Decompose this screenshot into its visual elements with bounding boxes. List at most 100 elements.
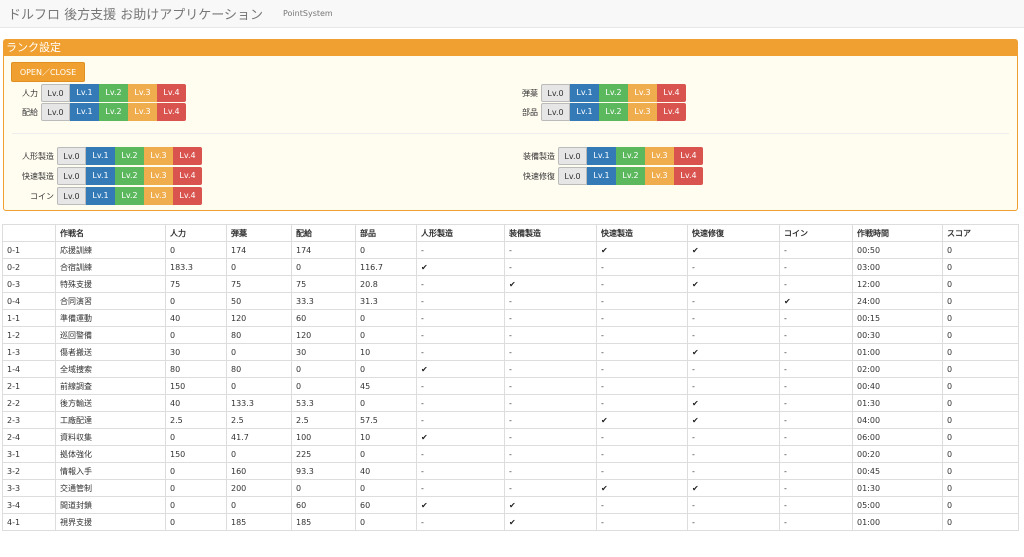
- ration-lv0-button[interactable]: Lv.0: [41, 103, 70, 121]
- table-cell: -: [416, 292, 505, 310]
- coin-lv3-button[interactable]: Lv.3: [144, 187, 173, 205]
- table-cell: -: [596, 326, 688, 344]
- table-cell: 0: [942, 462, 1019, 480]
- table-cell: 後方輸送: [55, 394, 166, 412]
- quick-repair-lv2-button[interactable]: Lv.2: [616, 167, 645, 185]
- equip-production-lv0-button[interactable]: Lv.0: [558, 147, 587, 165]
- check-mark-icon: ✔: [687, 275, 780, 293]
- coin-lv4-button[interactable]: Lv.4: [173, 187, 202, 205]
- doll-production-lv3-button[interactable]: Lv.3: [144, 147, 173, 165]
- nav-link-pointsystem[interactable]: PointSystem: [283, 9, 333, 18]
- column-header[interactable]: 作戦時間: [852, 224, 943, 242]
- doll-production-lv4-button[interactable]: Lv.4: [173, 147, 202, 165]
- ration-lv4-button[interactable]: Lv.4: [157, 103, 186, 121]
- table-cell: 2-1: [2, 377, 56, 395]
- table-body: 0-1 応援訓練 0 174 174 0- - ✔ ✔ -00:50 0 0-2 合宿訓練 183.3 0 0…: [2, 241, 1019, 531]
- check-mark-icon: ✔: [687, 479, 780, 497]
- parts-lv3-button[interactable]: Lv.3: [628, 103, 657, 121]
- table-cell: -: [504, 241, 597, 259]
- table-cell: 33.3: [291, 292, 356, 310]
- table-cell: 交通管制: [55, 479, 166, 497]
- coin-lv1-button[interactable]: Lv.1: [86, 187, 115, 205]
- app-title[interactable]: ドルフロ 後方支援 お助けアプリケーション: [8, 4, 263, 23]
- table-cell: 資料収集: [55, 428, 166, 446]
- check-mark-icon: ✔: [596, 479, 688, 497]
- ration-lv2-button[interactable]: Lv.2: [99, 103, 128, 121]
- quick-repair-lv3-button[interactable]: Lv.3: [645, 167, 674, 185]
- quick-production-lv4-button[interactable]: Lv.4: [173, 167, 202, 185]
- table-cell: 0: [355, 326, 417, 344]
- quick-production-lv0-button[interactable]: Lv.0: [57, 167, 86, 185]
- table-cell: 1-2: [2, 326, 56, 344]
- column-header[interactable]: 配給: [291, 224, 356, 242]
- rank-label-equip-production: 装備製造: [523, 151, 555, 161]
- equip-production-lv4-button[interactable]: Lv.4: [674, 147, 703, 165]
- table-row: 1-3 傷者搬送 30 0 30 10- - - ✔ -01:00 0: [2, 343, 1019, 361]
- table-cell: 0: [355, 513, 417, 531]
- quick-repair-lv4-button[interactable]: Lv.4: [674, 167, 703, 185]
- rank-label-coin: コイン: [30, 191, 54, 201]
- column-header[interactable]: 快速製造: [596, 224, 688, 242]
- column-header[interactable]: 人力: [165, 224, 227, 242]
- parts-lv4-button[interactable]: Lv.4: [657, 103, 686, 121]
- open-close-button[interactable]: OPEN／CLOSE: [11, 62, 85, 82]
- column-header[interactable]: 人形製造: [416, 224, 505, 242]
- quick-production-lv3-button[interactable]: Lv.3: [144, 167, 173, 185]
- table-row: 0-2 合宿訓練 183.3 0 0 116.7 ✔ - - - -03:00 0: [2, 258, 1019, 276]
- column-header[interactable]: 快速修復: [687, 224, 780, 242]
- column-header[interactable]: スコア: [942, 224, 1019, 242]
- manpower-lv0-button[interactable]: Lv.0: [41, 84, 70, 102]
- table-cell: 40: [165, 394, 227, 412]
- column-header[interactable]: コイン: [779, 224, 853, 242]
- table-cell: 1-4: [2, 360, 56, 378]
- table-cell: 0: [165, 479, 227, 497]
- table-cell: 0: [942, 479, 1019, 497]
- manpower-lv1-button[interactable]: Lv.1: [70, 84, 99, 102]
- parts-lv0-button[interactable]: Lv.0: [541, 103, 570, 121]
- manpower-lv3-button[interactable]: Lv.3: [128, 84, 157, 102]
- ammo-lv2-button[interactable]: Lv.2: [599, 84, 628, 102]
- ration-lv1-button[interactable]: Lv.1: [70, 103, 99, 121]
- manpower-lv2-button[interactable]: Lv.2: [99, 84, 128, 102]
- parts-lv1-button[interactable]: Lv.1: [570, 103, 599, 121]
- table-cell: 00:20: [852, 445, 943, 463]
- table-cell: -: [779, 479, 853, 497]
- column-header[interactable]: 部品: [355, 224, 417, 242]
- table-cell: 30: [165, 343, 227, 361]
- coin-lv0-button[interactable]: Lv.0: [57, 187, 86, 205]
- table-cell: 150: [165, 377, 227, 395]
- ammo-lv3-button[interactable]: Lv.3: [628, 84, 657, 102]
- table-cell: 0: [942, 513, 1019, 531]
- doll-production-lv1-button[interactable]: Lv.1: [86, 147, 115, 165]
- parts-lv2-button[interactable]: Lv.2: [599, 103, 628, 121]
- quick-repair-lv1-button[interactable]: Lv.1: [587, 167, 616, 185]
- table-cell: -: [596, 343, 688, 361]
- doll-production-lv0-button[interactable]: Lv.0: [57, 147, 86, 165]
- table-row: 1-2 巡回警備 0 80 120 0- - - - -00:30 0: [2, 326, 1019, 344]
- column-header[interactable]: 装備製造: [504, 224, 597, 242]
- quick-production-lv2-button[interactable]: Lv.2: [115, 167, 144, 185]
- table-cell: 01:30: [852, 394, 943, 412]
- check-mark-icon: ✔: [687, 343, 780, 361]
- table-cell: -: [687, 496, 780, 514]
- column-header[interactable]: [2, 224, 56, 242]
- column-header[interactable]: 作戦名: [55, 224, 166, 242]
- equip-production-lv1-button[interactable]: Lv.1: [587, 147, 616, 165]
- ammo-lv4-button[interactable]: Lv.4: [657, 84, 686, 102]
- equip-production-lv3-button[interactable]: Lv.3: [645, 147, 674, 165]
- ammo-lv1-button[interactable]: Lv.1: [570, 84, 599, 102]
- manpower-lv4-button[interactable]: Lv.4: [157, 84, 186, 102]
- doll-production-lv2-button[interactable]: Lv.2: [115, 147, 144, 165]
- quick-production-lv1-button[interactable]: Lv.1: [86, 167, 115, 185]
- table-cell: 0: [226, 377, 292, 395]
- table-cell: 視界支援: [55, 513, 166, 531]
- ammo-lv0-button[interactable]: Lv.0: [541, 84, 570, 102]
- coin-lv2-button[interactable]: Lv.2: [115, 187, 144, 205]
- table-cell: 00:15: [852, 309, 943, 327]
- table-cell: 前線調査: [55, 377, 166, 395]
- ration-lv3-button[interactable]: Lv.3: [128, 103, 157, 121]
- column-header[interactable]: 弾薬: [226, 224, 292, 242]
- table-row: 3-1 拠体強化 150 0 225 0- - - - -00:20 0: [2, 445, 1019, 463]
- quick-repair-lv0-button[interactable]: Lv.0: [558, 167, 587, 185]
- equip-production-lv2-button[interactable]: Lv.2: [616, 147, 645, 165]
